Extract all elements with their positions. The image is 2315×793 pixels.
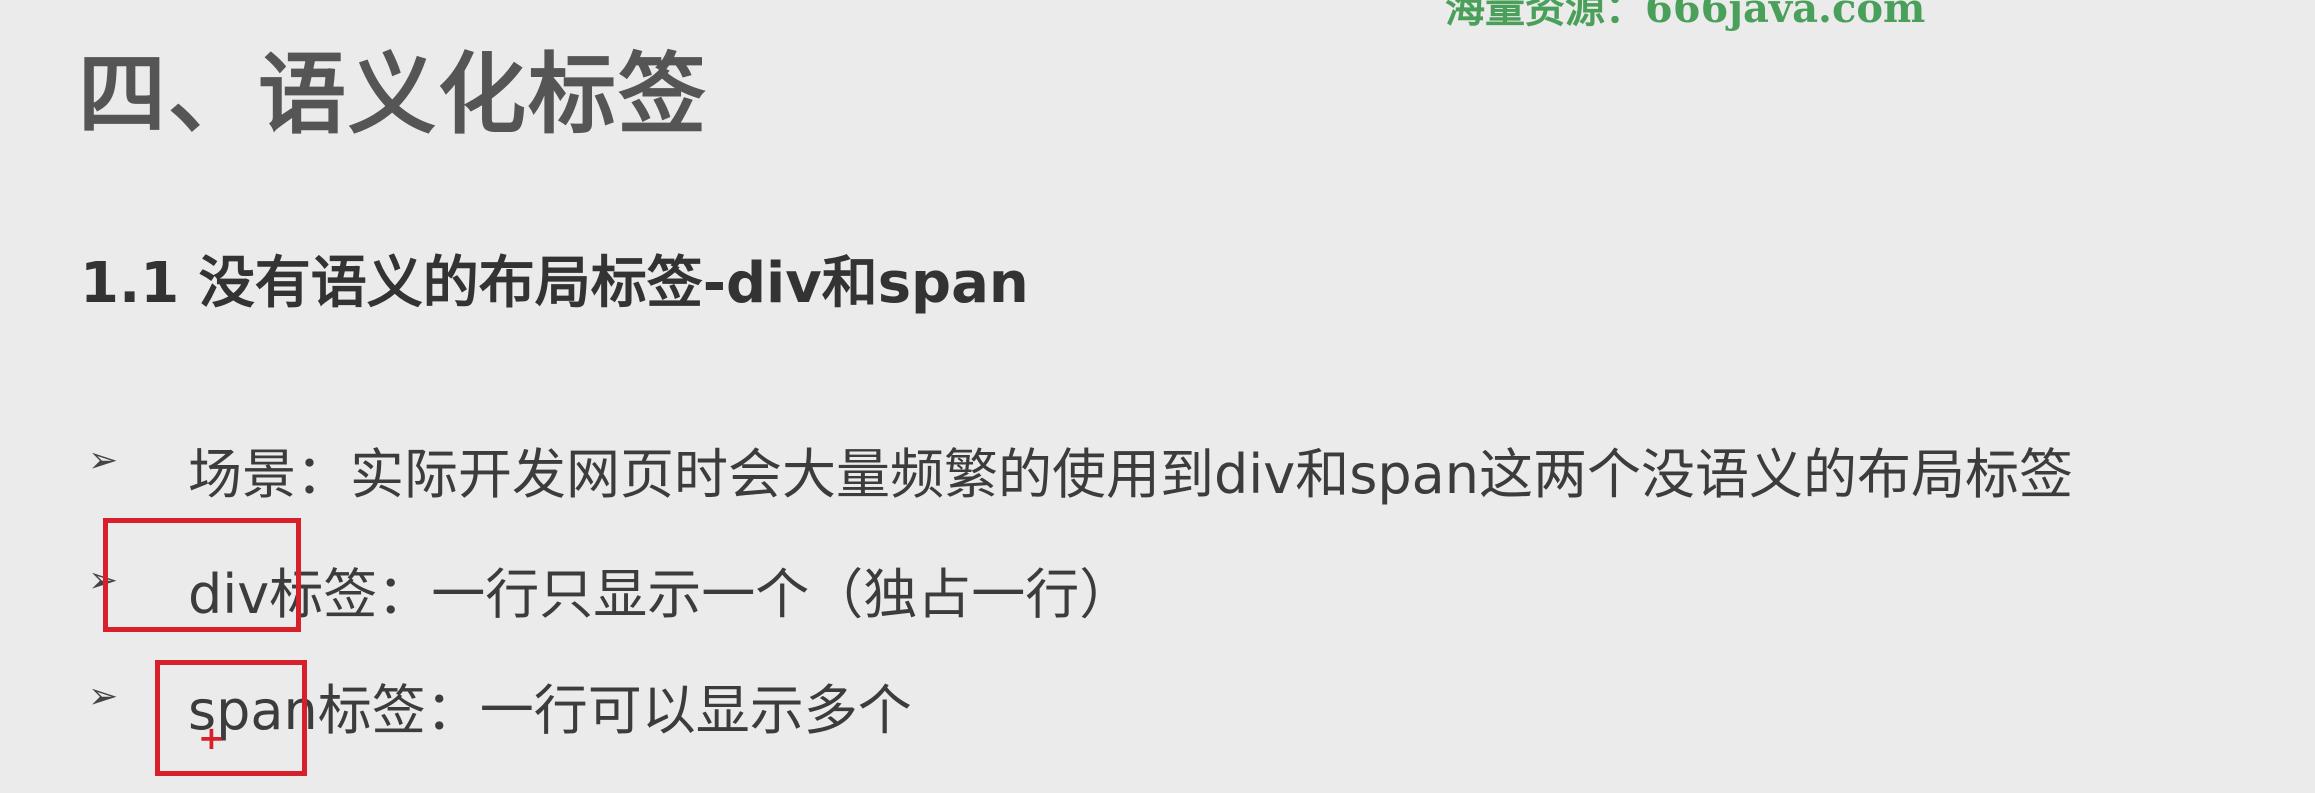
highlight-box-span [155,660,307,776]
bullet-arrow-icon: ➢ [88,676,119,717]
crosshair-cursor-icon: + [198,719,225,757]
bullet-text-div: div标签：一行只显示一个（独占一行） [188,563,1134,626]
bullet-arrow-icon: ➢ [88,440,119,481]
bullet-text-scenario: 场景：实际开发网页时会大量频繁的使用到div和span这两个没语义的布局标签 [188,443,2073,506]
highlight-box-div [103,518,301,632]
page-title: 四、语义化标签 [78,43,709,146]
section-subtitle: 1.1 没有语义的布局标签-div和span [80,251,1029,316]
watermark-text: 海量资源：666java.com [1445,0,1926,32]
